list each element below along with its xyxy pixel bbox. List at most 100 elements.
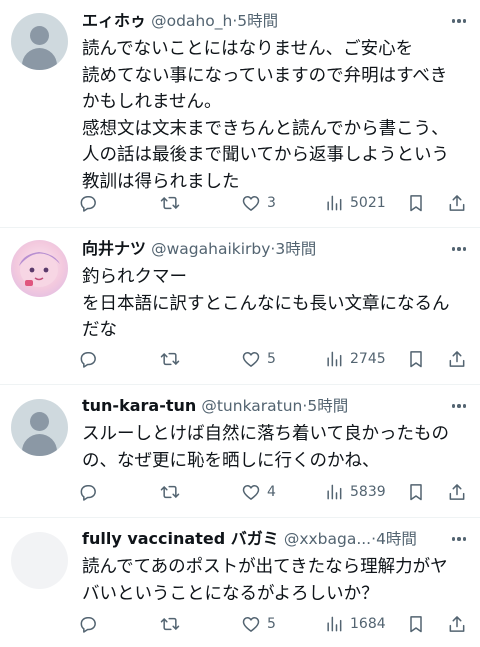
retweet-icon [160,352,180,366]
retweet-button[interactable] [160,609,186,639]
display-name[interactable]: fully vaccinated バガミ [82,529,279,548]
bookmark-icon [410,351,422,368]
display-name[interactable]: tun-kara-tun [82,396,196,415]
timestamp[interactable]: 3時間 [275,240,316,258]
timestamp[interactable]: 4時間 [376,530,417,548]
action-bar: 5 1684 [72,609,474,639]
like-icon [242,196,260,211]
like-icon [242,485,260,500]
like-button[interactable]: 5 [241,344,276,374]
more-icon[interactable] [448,528,470,550]
tweet-text: 釣られクマー を日本語に訳すとこんなにも長い文章になるん だな [82,264,474,344]
more-icon[interactable] [448,10,470,32]
reply-icon [80,352,96,368]
share-icon [449,351,465,367]
tweet-line: を日本語に訳すとこんなにも長い文章になるん [82,293,450,314]
tweet[interactable]: 向井ナツ @wagahaikirby·3時間 釣られクマー を日本語に訳すとこん… [0,228,480,385]
share-button[interactable] [447,188,467,218]
tweet[interactable]: tun-kara-tun @tunkaratun·5時間 スルーしとけば自然に落… [0,385,480,518]
tweet-line: 読んでてあのポストが出てきたなら理解力がヤ [82,557,448,577]
reply-button[interactable] [78,344,104,374]
handle[interactable]: @xxbaga... [284,530,371,548]
like-button[interactable]: 3 [241,188,276,218]
display-name[interactable]: 向井ナツ [82,239,146,258]
action-bar: 4 5839 [72,477,474,507]
tweet-line: の、なぜ更に恥を晒しに行くのかね、 [82,450,380,471]
bookmark-button[interactable] [406,344,426,374]
tweet-line: 感想文は文末まできちんと読んでから書こう、 [82,118,449,139]
tweet-line: 釣られクマー [82,267,187,287]
bookmark-icon [410,616,422,633]
tweet-text: スルーしとけば自然に落ち着いて良かったもの の、なぜ更に恥を晒しに行くのかね、 [82,421,474,474]
more-icon[interactable] [448,238,470,260]
tweet-line: かもしれません。 [82,92,222,112]
retweet-icon [160,196,180,210]
views-count: 5839 [350,484,386,500]
bookmark-icon [410,484,422,501]
action-bar: 3 5021 [72,188,474,218]
retweet-icon [160,617,180,631]
timestamp[interactable]: 5時間 [237,12,278,30]
tweet-line: 読んでないことにはなりません、ご安心を [82,39,414,59]
tweet-line: バいということになるがよろしいか？ [82,583,379,604]
retweet-button[interactable] [160,344,186,374]
bookmark-icon [410,195,422,212]
like-count: 4 [267,484,276,500]
reply-icon [80,196,96,212]
handle[interactable]: @odaho_h [151,12,232,30]
share-icon [449,195,465,211]
display-name[interactable]: エィホゥ [82,11,146,30]
like-icon [242,352,260,367]
like-count: 3 [267,195,276,211]
tweet-line: 読めてない事になっていますので弁明はすべき [82,65,448,86]
tweet-line: スルーしとけば自然に落ち着いて良かったもの [82,424,449,444]
views-button[interactable]: 1684 [324,609,386,639]
tweet-line: 人の話は最後まで聞いてから返事しようという [82,145,449,165]
retweet-button[interactable] [160,188,186,218]
reply-button[interactable] [78,188,104,218]
reply-button[interactable] [78,609,104,639]
bookmark-button[interactable] [406,609,426,639]
views-button[interactable]: 2745 [324,344,386,374]
handle[interactable]: @tunkaratun [201,397,302,415]
tweet-line: だな [82,320,117,340]
views-count: 1684 [350,616,386,632]
like-count: 5 [267,351,276,367]
avatar[interactable] [11,532,68,589]
share-button[interactable] [447,344,467,374]
views-count: 2745 [350,351,386,367]
views-icon [327,484,342,500]
reply-icon [80,485,96,501]
reply-button[interactable] [78,477,104,507]
tweet-header: エィホゥ @odaho_h·5時間 [82,9,438,33]
views-icon [327,616,342,632]
more-icon[interactable] [448,395,470,417]
like-icon [242,617,260,632]
tweet-header: 向井ナツ @wagahaikirby·3時間 [82,237,438,261]
like-button[interactable]: 4 [241,477,276,507]
share-button[interactable] [447,477,467,507]
views-icon [327,351,342,367]
tweet-text: 読んでないことにはなりません、ご安心を 読めてない事になっていますので弁明はすべ… [82,36,474,195]
views-button[interactable]: 5839 [324,477,386,507]
bookmark-button[interactable] [406,477,426,507]
tweet-header: fully vaccinated バガミ @xxbaga...·4時間 [82,527,438,551]
handle[interactable]: @wagahaikirby [151,240,270,258]
retweet-icon [160,485,180,499]
like-button[interactable]: 5 [241,609,276,639]
views-icon [327,195,342,211]
timestamp[interactable]: 5時間 [307,397,348,415]
reply-icon [80,617,96,633]
tweet[interactable]: fully vaccinated バガミ @xxbaga...·4時間 読んでて… [0,518,480,647]
avatar[interactable] [11,13,68,70]
views-button[interactable]: 5021 [324,188,386,218]
like-count: 5 [267,616,276,632]
tweet[interactable]: エィホゥ @odaho_h·5時間 読んでないことにはなりません、ご安心を 読め… [0,0,480,228]
retweet-button[interactable] [160,477,186,507]
avatar[interactable] [11,399,68,456]
bookmark-button[interactable] [406,188,426,218]
share-button[interactable] [447,609,467,639]
avatar[interactable] [11,240,68,297]
action-bar: 5 2745 [72,344,474,374]
views-count: 5021 [350,195,386,211]
